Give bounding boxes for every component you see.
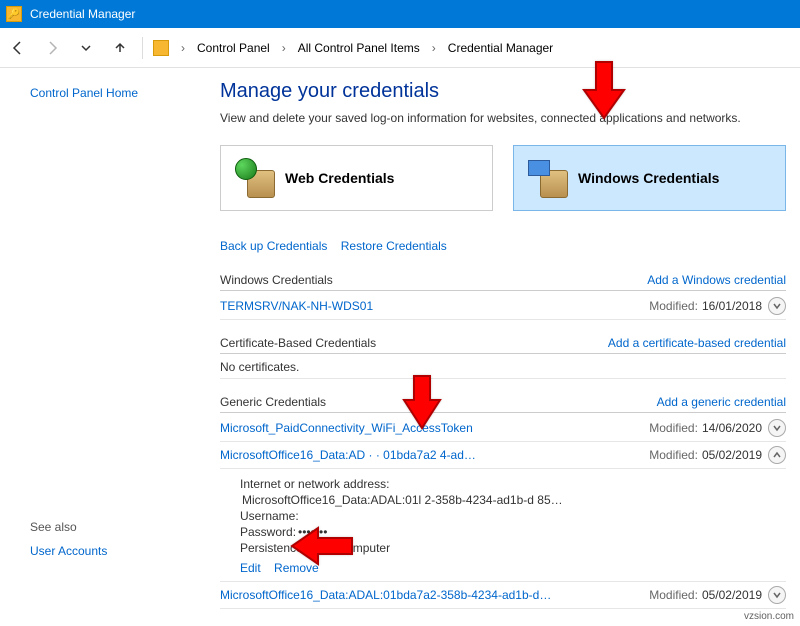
folder-icon [153, 40, 169, 56]
breadcrumb-item[interactable]: All Control Panel Items [298, 41, 420, 55]
watermark-text: vzsion.com [744, 611, 794, 622]
sidebar: Control Panel Home See also User Account… [0, 68, 190, 626]
chevron-right-icon: › [181, 41, 185, 55]
backup-restore-row: Back up Credentials Restore Credentials [220, 239, 786, 253]
window-title: Credential Manager [30, 7, 135, 21]
add-windows-credential-link[interactable]: Add a Windows credential [647, 273, 786, 287]
expand-button[interactable] [768, 419, 786, 437]
control-panel-home-link[interactable]: Control Panel Home [30, 86, 190, 100]
see-also-heading: See also [30, 520, 190, 534]
web-credentials-icon [235, 158, 275, 198]
recent-locations-button[interactable] [74, 36, 98, 60]
windows-credentials-label: Windows Credentials [578, 170, 719, 186]
nav-bar: › Control Panel › All Control Panel Item… [0, 28, 800, 68]
generic-cred-section-title: Generic Credentials [220, 395, 326, 409]
collapse-button[interactable] [768, 446, 786, 464]
chevron-right-icon: › [282, 41, 286, 55]
app-icon: 🔑 [6, 6, 22, 22]
back-button[interactable] [6, 36, 30, 60]
detail-address: MicrosoftOffice16_Data:ADAL:01l 2-358b-4… [242, 493, 563, 507]
windows-cred-section-title: Windows Credentials [220, 273, 333, 287]
credential-row[interactable]: MicrosoftOffice16_Data:AD · · 01bda7a2 4… [220, 442, 786, 469]
remove-link[interactable]: Remove [274, 561, 319, 575]
credential-name: TERMSRV/NAK-NH-WDS01 [220, 299, 649, 313]
web-credentials-label: Web Credentials [285, 170, 394, 186]
add-generic-credential-link[interactable]: Add a generic credential [657, 395, 786, 409]
detail-persistence: Local computer [308, 541, 390, 555]
add-cert-credential-link[interactable]: Add a certificate-based credential [608, 336, 786, 350]
chevron-right-icon: › [432, 41, 436, 55]
page-title: Manage your credentials [220, 80, 786, 103]
windows-credentials-icon [528, 158, 568, 198]
credential-name: Microsoft_PaidConnectivity_WiFi_AccessTo… [220, 421, 649, 435]
restore-credentials-link[interactable]: Restore Credentials [341, 239, 447, 253]
user-accounts-link[interactable]: User Accounts [30, 544, 190, 558]
detail-password: ••••••• [298, 525, 327, 539]
up-button[interactable] [108, 36, 132, 60]
forward-button[interactable] [40, 36, 64, 60]
windows-credentials-tab[interactable]: Windows Credentials [513, 145, 786, 211]
window-title-bar: 🔑 Credential Manager [0, 0, 800, 28]
cert-cred-section-title: Certificate-Based Credentials [220, 336, 376, 350]
expand-button[interactable] [768, 297, 786, 315]
credential-name: MicrosoftOffice16_Data:ADAL:01bda7a2-358… [220, 588, 649, 602]
page-description: View and delete your saved log-on inform… [220, 111, 786, 125]
web-credentials-tab[interactable]: Web Credentials [220, 145, 493, 211]
edit-link[interactable]: Edit [240, 561, 261, 575]
no-certificates-text: No certificates. [220, 356, 786, 379]
credential-row[interactable]: MicrosoftOffice16_Data:ADAL:01bda7a2-358… [220, 582, 786, 609]
credential-row[interactable]: TERMSRV/NAK-NH-WDS01 Modified:16/01/2018 [220, 293, 786, 320]
credential-name: MicrosoftOffice16_Data:AD · · 01bda7a2 4… [220, 448, 649, 462]
credential-details: Internet or network address: MicrosoftOf… [220, 469, 786, 582]
content-area: Manage your credentials View and delete … [190, 68, 800, 626]
backup-credentials-link[interactable]: Back up Credentials [220, 239, 327, 253]
expand-button[interactable] [768, 586, 786, 604]
breadcrumb-item[interactable]: Credential Manager [448, 41, 553, 55]
credential-row[interactable]: Microsoft_PaidConnectivity_WiFi_AccessTo… [220, 415, 786, 442]
breadcrumb-item[interactable]: Control Panel [197, 41, 270, 55]
